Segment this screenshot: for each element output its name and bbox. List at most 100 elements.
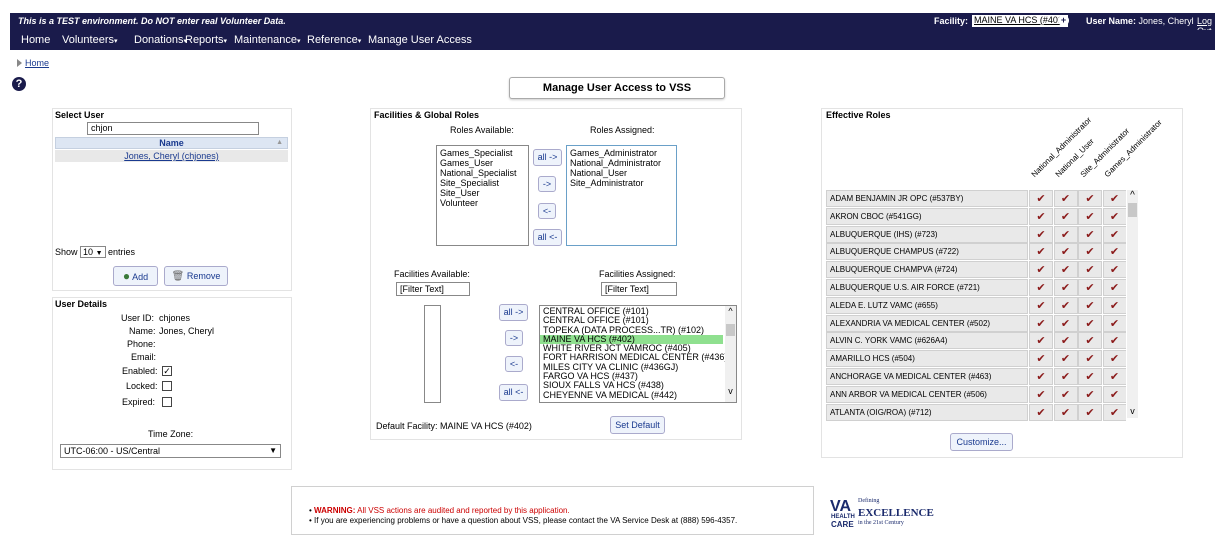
checkmark-icon: ✔ bbox=[1102, 261, 1126, 279]
facilities-assigned-list[interactable]: CENTRAL OFFICE (#101) CENTRAL OFFICE (#1… bbox=[539, 305, 737, 403]
checkmark-icon: ✔ bbox=[1053, 279, 1078, 296]
facilities-all-left-button[interactable]: all <- bbox=[499, 384, 528, 401]
list-item[interactable]: Site_Specialist bbox=[440, 178, 525, 188]
facilities-available-label: Facilities Available: bbox=[394, 269, 470, 279]
menu-maintenance[interactable]: Maintenance▾ bbox=[234, 34, 301, 46]
roles-assigned-list[interactable]: Games_Administrator National_Administrat… bbox=[566, 145, 677, 246]
list-item[interactable]: Volunteer bbox=[440, 198, 525, 208]
name-column-header[interactable]: Name ▲ bbox=[55, 137, 288, 149]
checkmark-icon: ✔ bbox=[1029, 314, 1053, 332]
timezone-value: UTC-06:00 - US/Central bbox=[64, 446, 161, 456]
facilities-right-button[interactable]: -> bbox=[505, 330, 523, 346]
checkmark-icon: ✔ bbox=[1078, 385, 1102, 403]
breadcrumb-home[interactable]: Home bbox=[25, 58, 49, 68]
checkmark-icon: ✔ bbox=[1053, 296, 1078, 314]
checkmark-icon: ✔ bbox=[1053, 350, 1078, 368]
table-row[interactable]: Jones, Cheryl (chjones) bbox=[55, 150, 288, 162]
facilities-roles-title: Facilities & Global Roles bbox=[374, 110, 480, 120]
help-icon[interactable]: ? bbox=[12, 77, 26, 91]
menu-donations-label: Donations bbox=[134, 34, 184, 46]
user-name-value: Jones, Cheryl bbox=[1138, 16, 1194, 26]
menu-reference[interactable]: Reference▾ bbox=[307, 34, 361, 46]
table-row: ALBUQUERQUE CHAMPUS (#722) ✔ ✔ ✔ ✔ bbox=[826, 243, 1126, 261]
scrollbar-thumb[interactable] bbox=[726, 324, 735, 336]
table-row: ALBUQUERQUE U.S. AIR FORCE (#721) ✔ ✔ ✔ ✔ bbox=[826, 279, 1126, 297]
facilities-assigned-filter[interactable]: [Filter Text] bbox=[601, 282, 677, 296]
scrollbar-thumb[interactable] bbox=[1128, 203, 1137, 217]
checkmark-icon: ✔ bbox=[1029, 403, 1053, 421]
facilities-available-filter[interactable]: [Filter Text] bbox=[396, 282, 470, 296]
list-item[interactable]: Games_Administrator bbox=[570, 148, 673, 158]
facilities-available-list[interactable] bbox=[424, 305, 441, 403]
chevron-down-icon: ▾ bbox=[357, 38, 362, 45]
menu-volunteers[interactable]: Volunteers▾ bbox=[62, 34, 118, 46]
checkmark-icon: ✔ bbox=[1078, 190, 1102, 207]
user-details-title: User Details bbox=[55, 299, 108, 309]
contact-line: • If you are experiencing problems or ha… bbox=[309, 516, 738, 525]
facility-name: ALBUQUERQUE CHAMPUS (#722) bbox=[826, 243, 1028, 261]
list-item[interactable]: National_Administrator bbox=[570, 158, 673, 168]
effective-roles-scrollbar[interactable]: ^ v bbox=[1127, 190, 1138, 418]
triangle-right-icon bbox=[17, 59, 22, 67]
menu-donations[interactable]: Donations▾ bbox=[134, 34, 187, 46]
menu-reports[interactable]: Reports▾ bbox=[185, 34, 227, 46]
roles-left-button[interactable]: <- bbox=[538, 203, 556, 219]
table-row: ALBUQUERQUE CHAMPVA (#724) ✔ ✔ ✔ ✔ bbox=[826, 261, 1126, 279]
menu-reports-label: Reports bbox=[185, 34, 224, 46]
chevron-up-icon[interactable]: ^ bbox=[1127, 190, 1138, 201]
enabled-label: Enabled: bbox=[122, 366, 158, 376]
user-search-input[interactable]: chjon bbox=[87, 122, 259, 135]
logo-defining: Defining bbox=[858, 498, 880, 504]
facilities-all-right-button[interactable]: all -> bbox=[499, 304, 528, 321]
facility-name: ALBUQUERQUE U.S. AIR FORCE (#721) bbox=[826, 279, 1028, 296]
roles-all-right-button[interactable]: all -> bbox=[533, 149, 562, 166]
user-id-label: User ID: bbox=[121, 313, 155, 323]
add-user-icon: ● bbox=[122, 269, 131, 283]
list-item[interactable]: Site_Administrator bbox=[570, 178, 673, 188]
facility-name: ALEXANDRIA VA MEDICAL CENTER (#502) bbox=[826, 314, 1028, 332]
breadcrumb[interactable]: Home bbox=[17, 58, 49, 68]
chevron-down-icon[interactable]: v bbox=[725, 386, 736, 396]
facility-selector[interactable]: MAINE VA HCS (#402) bbox=[972, 15, 1068, 27]
timezone-label: Time Zone: bbox=[148, 429, 194, 439]
list-item[interactable]: National_Specialist bbox=[440, 168, 525, 178]
customize-button[interactable]: Customize... bbox=[950, 433, 1013, 451]
contact-text: If you are experiencing problems or have… bbox=[314, 516, 738, 525]
locked-label: Locked: bbox=[126, 381, 158, 391]
chevron-up-icon[interactable]: ^ bbox=[725, 306, 736, 316]
facilities-left-button[interactable]: <- bbox=[505, 356, 523, 372]
checkmark-icon: ✔ bbox=[1102, 190, 1126, 207]
list-item[interactable]: Games_Specialist bbox=[440, 148, 525, 158]
menu-manage-user-access[interactable]: Manage User Access bbox=[368, 34, 472, 46]
chevron-down-icon[interactable]: v bbox=[1127, 406, 1138, 416]
menu-home[interactable]: Home bbox=[21, 34, 50, 46]
table-row: AKRON CBOC (#541GG) ✔ ✔ ✔ ✔ bbox=[826, 207, 1126, 226]
entries-label: entries bbox=[108, 247, 136, 257]
locked-checkbox[interactable] bbox=[162, 381, 172, 391]
facilities-scrollbar[interactable]: ^ v bbox=[725, 306, 736, 402]
add-user-button[interactable]: ● Add bbox=[113, 266, 158, 286]
list-item[interactable]: CHEYENNE VA MEDICAL (#442) bbox=[543, 390, 733, 400]
timezone-select[interactable]: UTC-06:00 - US/Central ▼ bbox=[60, 444, 281, 458]
warning-label: WARNING: bbox=[314, 506, 356, 515]
facility-name: ALBUQUERQUE (IHS) (#723) bbox=[826, 225, 1028, 243]
entries-select[interactable]: 10 ▼ bbox=[80, 246, 106, 258]
expired-checkbox[interactable] bbox=[162, 397, 172, 407]
enabled-checkbox[interactable]: ✓ bbox=[162, 366, 172, 376]
set-default-button[interactable]: Set Default bbox=[610, 416, 665, 434]
list-item[interactable]: Site_User bbox=[440, 188, 525, 198]
roles-available-list[interactable]: Games_Specialist Games_User National_Spe… bbox=[436, 145, 529, 246]
facility-name: ALVIN C. YORK VAMC (#626A4) bbox=[826, 332, 1028, 350]
facility-change-icon[interactable]: + bbox=[1058, 15, 1069, 26]
checkmark-icon: ✔ bbox=[1053, 261, 1078, 279]
checkmark-icon: ✔ bbox=[1102, 332, 1126, 350]
logo-century: in the 21st Century bbox=[858, 520, 904, 526]
list-item[interactable]: National_User bbox=[570, 168, 673, 178]
checkmark-icon: ✔ bbox=[1078, 368, 1102, 385]
user-row-link[interactable]: Jones, Cheryl (chjones) bbox=[124, 151, 219, 161]
roles-all-left-button[interactable]: all <- bbox=[533, 229, 562, 246]
list-item[interactable]: Games_User bbox=[440, 158, 525, 168]
remove-user-button[interactable]: 🗑 Remove bbox=[164, 266, 228, 286]
checkmark-icon: ✔ bbox=[1078, 261, 1102, 279]
roles-right-button[interactable]: -> bbox=[538, 176, 556, 192]
